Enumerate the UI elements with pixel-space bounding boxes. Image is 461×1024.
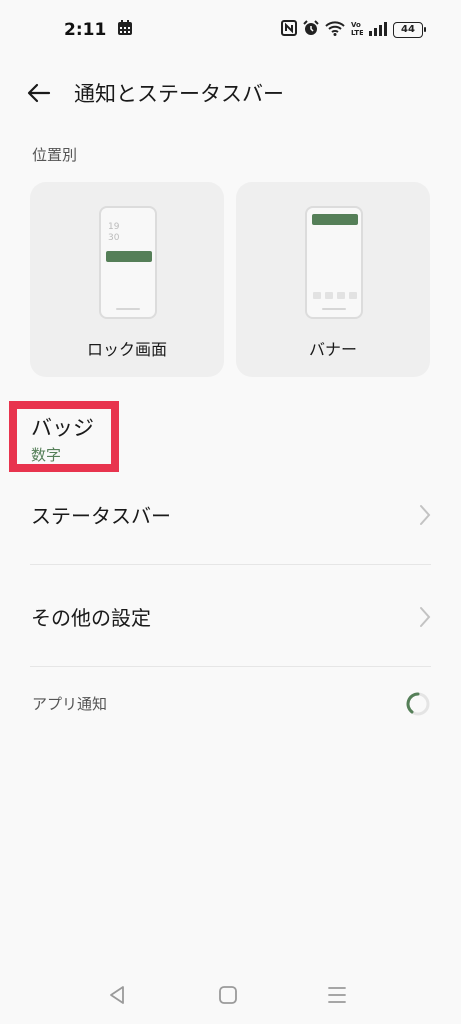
svg-text:LTE: LTE: [351, 29, 363, 36]
status-bar-label: ステータスバー: [31, 504, 171, 528]
lock-screen-preview: 19 30: [99, 206, 157, 319]
chevron-right-icon: [419, 606, 431, 632]
back-arrow-icon: [27, 83, 51, 103]
lock-screen-label: ロック画面: [86, 340, 167, 359]
notification-position-cards: 19 30 ロック画面 バナー: [30, 182, 431, 377]
banner-preview-dock: [313, 292, 357, 299]
alarm-icon: [303, 20, 319, 40]
back-button[interactable]: [24, 78, 54, 108]
lock-preview-notification: [106, 251, 152, 262]
nav-back-icon[interactable]: [107, 984, 127, 1010]
nav-home-icon[interactable]: [217, 984, 239, 1010]
banner-preview: [305, 206, 363, 319]
status-bar: 2:11 Vo LTE 44: [0, 0, 461, 58]
banner-card[interactable]: バナー: [236, 182, 430, 377]
calendar-icon: [117, 20, 133, 40]
status-time: 2:11: [64, 20, 107, 40]
section-label-position: 位置別: [32, 146, 78, 164]
other-settings-label: その他の設定: [31, 606, 151, 630]
status-bar-row[interactable]: ステータスバー: [30, 490, 431, 540]
nfc-icon: [281, 20, 297, 40]
divider: [30, 564, 431, 565]
page-title: 通知とステータスバー: [74, 82, 284, 106]
chevron-right-icon: [419, 504, 431, 530]
battery-icon: 44: [393, 22, 426, 38]
badge-value: 数字: [31, 446, 62, 464]
system-navigation-bar: [0, 970, 461, 1024]
volte-icon: Vo LTE: [351, 20, 364, 40]
banner-label: バナー: [308, 340, 357, 359]
status-icons: Vo LTE 44: [281, 20, 426, 40]
nav-menu-icon[interactable]: [327, 984, 347, 1010]
badge-title: バッジ: [31, 416, 94, 440]
svg-text:Vo: Vo: [351, 21, 361, 29]
signal-icon: [369, 21, 387, 40]
banner-preview-notification: [312, 214, 358, 225]
lock-preview-clock: 19 30: [108, 222, 120, 243]
divider: [30, 666, 431, 667]
app-bar: 通知とステータスバー: [0, 70, 461, 114]
wifi-icon: [325, 20, 345, 40]
loading-spinner-icon: [404, 690, 432, 722]
section-label-app-notifications: アプリ通知: [32, 695, 108, 713]
lock-screen-card[interactable]: 19 30 ロック画面: [30, 182, 224, 377]
other-settings-row[interactable]: その他の設定: [30, 592, 431, 642]
